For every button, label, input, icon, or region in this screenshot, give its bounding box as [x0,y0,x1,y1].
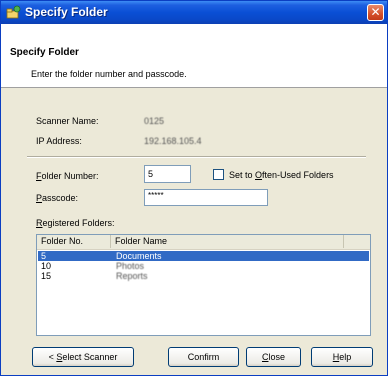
registered-folders-label: Registered Folders: [36,218,115,228]
select-scanner-button[interactable]: < Select Scanner [32,347,134,367]
registered-folders-list[interactable]: Folder No. Folder Name 5 Documents 10 Photo… [36,234,371,336]
folder-no-cell: 5 [41,251,47,261]
passcode-label: Passcode: [36,193,79,203]
close-icon: ✕ [370,5,381,19]
list-item[interactable]: 10 Photos [38,261,369,271]
separator [27,156,366,158]
header-subtitle: Enter the folder number and passcode. [31,69,187,79]
folder-no-cell: 15 [41,271,52,281]
title-bar[interactable]: Specify Folder ✕ [1,1,387,24]
list-header: Folder No. Folder Name [37,235,370,250]
scanner-folder-icon [6,5,21,19]
folder-name-cell: Reports [116,271,148,281]
passcode-input[interactable]: ***** [144,189,268,206]
often-used-checkbox[interactable] [213,169,224,180]
specify-folder-dialog: Specify Folder ✕ Specify Folder Enter th… [0,0,388,376]
close-button[interactable]: Close [246,347,301,367]
help-button[interactable]: Help [311,347,373,367]
column-header-folder-name[interactable]: Folder Name [111,235,344,248]
folder-name-cell: Documents [116,251,162,261]
folder-name-cell: Photos [116,261,145,271]
ip-address-label: IP Address: [36,136,82,146]
confirm-button[interactable]: Confirm [168,347,239,367]
list-item[interactable]: 5 Documents [38,251,369,261]
often-used-label[interactable]: Set to Often-Used Folders [229,170,334,180]
scanner-name-label: Scanner Name: [36,116,99,126]
folder-number-input[interactable]: 5 [144,165,191,183]
folder-no-cell: 10 [41,261,52,271]
window-title: Specify Folder [25,5,108,19]
ip-address-value: 192.168.105.4 [144,136,202,146]
close-window-button[interactable]: ✕ [367,4,384,21]
scanner-name-value: 0125 [144,116,165,126]
header-title: Specify Folder [10,47,79,58]
list-item[interactable]: 15 Reports [38,271,369,281]
column-header-folder-no[interactable]: Folder No. [37,235,111,248]
folder-number-label: Folder Number: [36,171,99,181]
